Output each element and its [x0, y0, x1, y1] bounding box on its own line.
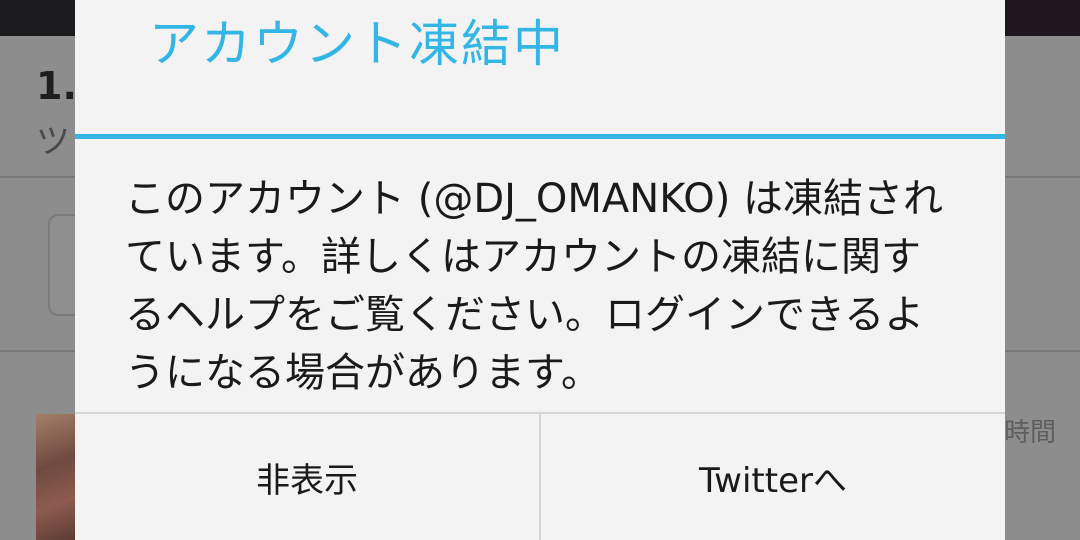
hide-button[interactable]: 非表示 [75, 414, 539, 540]
background-timestamp: 時間 [1004, 418, 1057, 448]
background-subtitle: ツ [36, 122, 70, 162]
dialog-message: このアカウント (@DJ_OMANKO) は凍結されています。詳しくはアカウント… [125, 176, 944, 396]
title-divider [75, 134, 1005, 139]
screen: 1.3 ツ 時間 アカウント凍結中 このアカウント (@DJ_OMANKO) は… [0, 0, 1080, 540]
go-to-twitter-button[interactable]: Twitterへ [541, 414, 1005, 540]
background-count: 1.3 [36, 64, 76, 108]
status-bar-corner [1004, 0, 1080, 36]
background-avatar [36, 414, 76, 540]
account-suspended-dialog: アカウント凍結中 このアカウント (@DJ_OMANKO) は凍結されています。… [75, 0, 1005, 540]
dialog-title: アカウント凍結中 [149, 15, 565, 73]
